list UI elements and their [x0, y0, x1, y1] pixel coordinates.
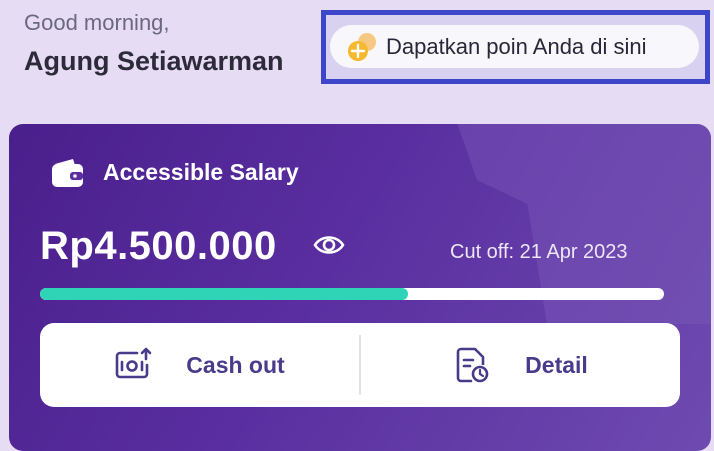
detail-button[interactable]: Detail [361, 323, 680, 407]
wallet-icon [51, 157, 85, 189]
points-label: Dapatkan poin Anda di sini [386, 33, 647, 59]
detail-document-icon [453, 346, 491, 384]
eye-icon[interactable] [313, 232, 345, 258]
card-title: Accessible Salary [103, 159, 299, 185]
cash-out-label: Cash out [186, 351, 285, 378]
cash-out-icon [114, 346, 152, 384]
salary-progress-bar [40, 288, 664, 300]
user-name: Agung Setiawarman [24, 46, 284, 76]
detail-label: Detail [525, 351, 588, 378]
cash-out-button[interactable]: Cash out [40, 323, 359, 407]
salary-actions: Cash out Detail [40, 323, 680, 407]
coin-icon [344, 29, 380, 65]
points-button[interactable]: Dapatkan poin Anda di sini [330, 25, 699, 68]
salary-progress-fill [40, 288, 409, 300]
greeting-text: Good morning, [24, 10, 170, 35]
salary-amount: Rp4.500.000 [40, 224, 277, 268]
accessible-salary-card: Accessible Salary Rp4.500.000 Cut off: 2… [9, 124, 711, 451]
cutoff-date: Cut off: 21 Apr 2023 [450, 241, 628, 263]
